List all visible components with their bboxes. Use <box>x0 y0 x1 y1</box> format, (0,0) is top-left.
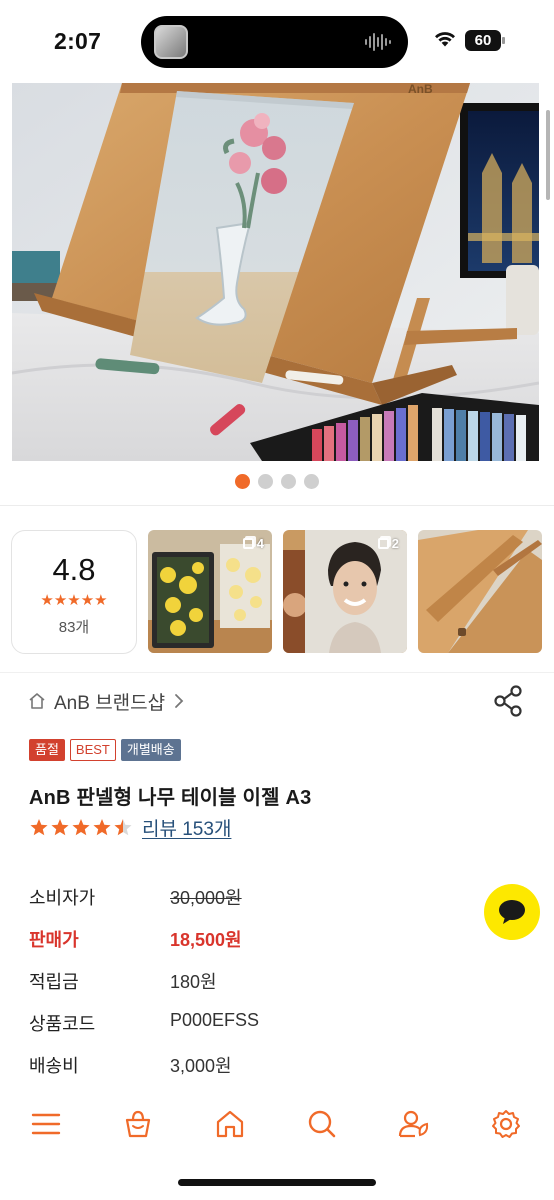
review-photo-thumbnail[interactable]: 2 <box>283 530 407 653</box>
product-info-table: 소비자가 30,000원 판매가 18,500원 적립금 180원 상품코드 P… <box>29 880 329 1090</box>
nav-cart[interactable] <box>120 1106 156 1142</box>
rating-star <box>30 818 48 835</box>
best-badge: BEST <box>69 739 116 761</box>
review-photo-thumbnail[interactable] <box>418 530 542 653</box>
product-code: P000EFSS <box>170 1010 260 1030</box>
menu-icon <box>31 1113 61 1135</box>
home-icon <box>216 1110 244 1138</box>
rating-star <box>51 818 69 835</box>
chat-bubble-icon <box>499 900 525 924</box>
multi-image-icon <box>377 538 389 549</box>
rating-star <box>72 818 90 835</box>
list-price: 30,000원 <box>170 888 242 908</box>
info-label: 배송비 <box>29 1056 79 1076</box>
photo-count: 4 <box>256 536 264 551</box>
pagination-dot-4[interactable] <box>304 474 319 489</box>
dynamic-island[interactable] <box>141 16 408 68</box>
share-icon[interactable] <box>491 683 527 719</box>
separate-shipping-badge: 개별배송 <box>120 739 181 761</box>
shopping-bag-icon <box>125 1110 151 1138</box>
nav-mypage[interactable] <box>396 1106 432 1142</box>
divider <box>0 672 554 673</box>
info-label: 상품코드 <box>29 1014 96 1034</box>
wifi-icon <box>435 32 455 47</box>
chevron-right-icon <box>175 694 184 708</box>
page-scrollbar[interactable] <box>546 110 550 200</box>
info-label: 적립금 <box>29 972 79 992</box>
audio-wave-icon <box>365 33 391 51</box>
review-photo-thumbnail[interactable]: 4 <box>148 530 272 653</box>
brand-name: AnB 브랜드샵 <box>54 692 166 714</box>
easel-closeup-photo <box>418 530 542 653</box>
info-row-points: 적립금 180원 <box>29 964 329 1006</box>
status-bar: 2:07 60 <box>0 0 554 82</box>
rating-count: 83개 <box>58 619 90 636</box>
easel-brand-mark: AnB <box>408 83 433 96</box>
rating-star <box>93 818 111 835</box>
user-icon <box>398 1110 429 1138</box>
brand-shop-link[interactable]: AnB 브랜드샵 <box>28 686 185 716</box>
info-row-sale-price: 판매가 18,500원 <box>29 922 329 964</box>
info-label: 소비자가 <box>29 888 96 908</box>
divider <box>0 505 554 506</box>
kakao-chat-button[interactable] <box>484 884 540 940</box>
nav-menu[interactable] <box>28 1106 64 1142</box>
home-icon <box>29 693 45 709</box>
product-rating: 리뷰 153개 <box>29 814 231 841</box>
rating-stars-icon: ★★★★★ <box>40 592 108 609</box>
shipping-fee: 3,000원 <box>170 1056 232 1076</box>
nav-home[interactable] <box>212 1106 248 1142</box>
product-badges: 품절 BEST 개별배송 <box>29 739 181 761</box>
easel-photo: AnB <box>12 83 539 461</box>
settings-icon <box>492 1110 520 1138</box>
info-row-list-price: 소비자가 30,000원 <box>29 880 329 922</box>
nav-settings[interactable] <box>488 1106 524 1142</box>
status-time: 2:07 <box>54 28 102 54</box>
photo-count-badge: 2 <box>377 536 399 551</box>
battery-icon: 60 <box>465 30 505 51</box>
rating-stars-icon <box>30 818 132 835</box>
bottom-navigation <box>0 1096 554 1152</box>
sale-price: 18,500원 <box>170 930 242 950</box>
multi-image-icon <box>242 538 254 549</box>
info-row-shipping: 배송비 3,000원 <box>29 1048 329 1090</box>
info-row-product-code: 상품코드 P000EFSS <box>29 1006 329 1048</box>
rating-score: 4.8 <box>52 552 96 587</box>
rating-star <box>114 818 132 835</box>
rating-summary-card[interactable]: 4.8 ★★★★★ 83개 <box>11 530 137 654</box>
pagination-dot-1[interactable] <box>235 474 250 489</box>
reward-points: 180원 <box>170 972 217 992</box>
info-label: 판매가 <box>29 930 79 950</box>
soldout-badge: 품절 <box>29 739 65 761</box>
home-indicator[interactable] <box>178 1179 376 1186</box>
nav-search[interactable] <box>304 1106 340 1142</box>
photo-count: 2 <box>391 536 399 551</box>
search-icon <box>308 1110 336 1138</box>
review-count-link[interactable]: 리뷰 153개 <box>142 814 231 841</box>
product-title: AnB 판넬형 나무 테이블 이젤 A3 <box>29 787 312 809</box>
product-image-gallery[interactable]: AnB <box>12 83 539 461</box>
now-playing-thumbnail <box>154 25 188 59</box>
gallery-pagination <box>0 474 554 490</box>
pagination-dot-2[interactable] <box>258 474 273 489</box>
pagination-dot-3[interactable] <box>281 474 296 489</box>
photo-count-badge: 4 <box>242 536 264 551</box>
